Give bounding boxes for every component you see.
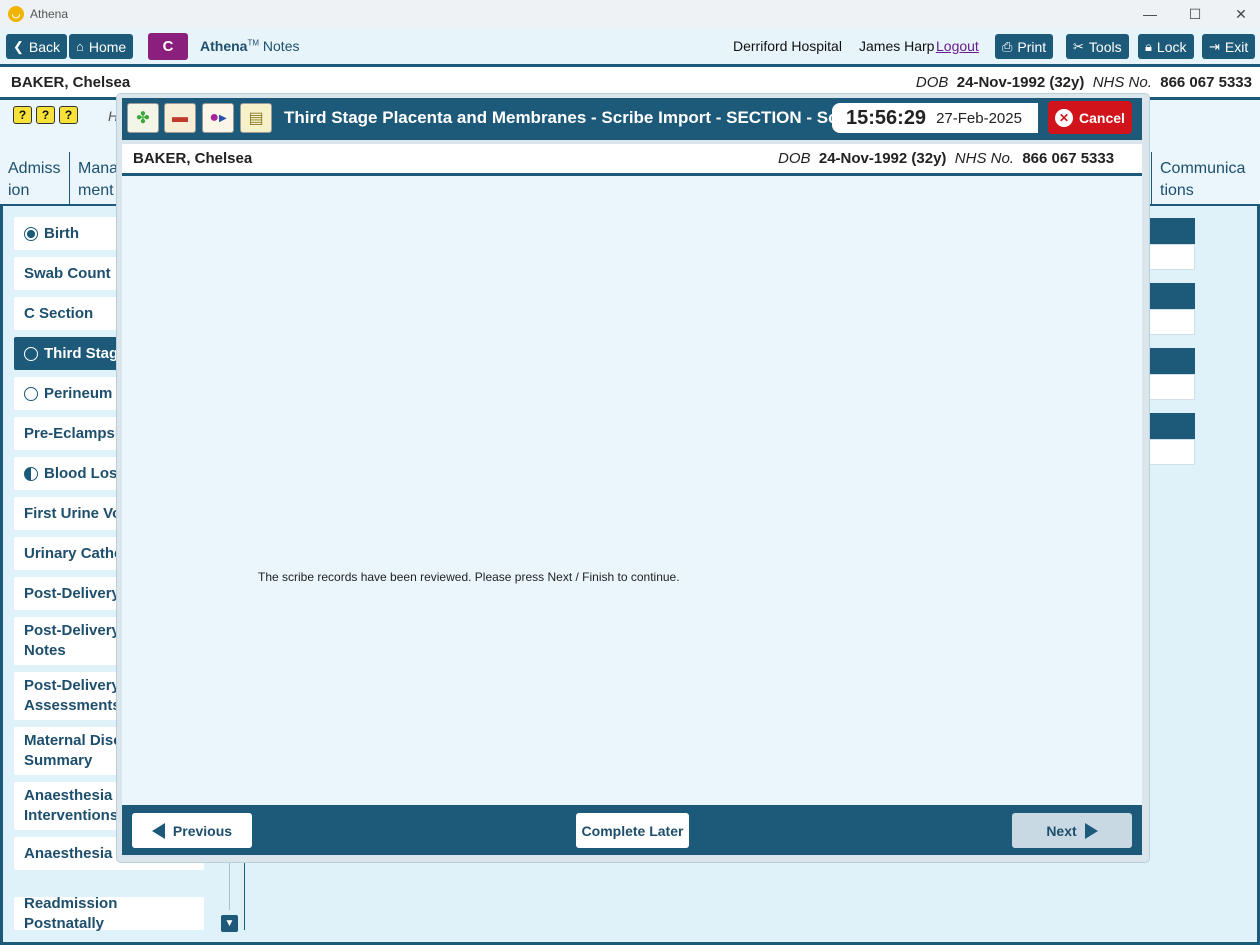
tools-button[interactable]: ✂ Tools xyxy=(1066,34,1129,59)
dialog-patient-name: BAKER, Chelsea xyxy=(133,150,253,167)
arrow-right-icon xyxy=(1084,822,1098,839)
minimize-button[interactable]: — xyxy=(1127,0,1173,28)
home-icon: ⌂ xyxy=(76,39,84,54)
scroll-down-icon[interactable]: ▼ xyxy=(221,915,238,932)
app-brand: AthenaTM Notes xyxy=(200,38,300,54)
exit-icon: ⇥ xyxy=(1209,38,1220,54)
empty-radio-icon xyxy=(24,346,38,361)
dialog-title: Third Stage Placenta and Membranes - Scr… xyxy=(284,108,832,127)
dialog-patient-details: DOB 24-Nov-1992 (32y) NHS No. 866 067 53… xyxy=(778,150,1115,167)
notepad-icon[interactable]: ▤ xyxy=(240,103,272,133)
maximize-button[interactable]: ☐ xyxy=(1172,0,1218,28)
tools-icon: ✂ xyxy=(1073,38,1084,54)
complete-radio-icon xyxy=(24,226,38,241)
user-name: James Harp xyxy=(859,38,935,54)
clover-icon[interactable]: ✤ xyxy=(127,103,159,133)
empty-radio-icon xyxy=(24,386,38,401)
person-arrow-icon[interactable]: ● ▶ xyxy=(202,103,234,133)
help-icons: ? ? ? xyxy=(13,106,78,124)
cancel-button[interactable]: ✕ Cancel xyxy=(1048,101,1132,134)
c-button[interactable]: C xyxy=(148,33,188,60)
dialog-message: The scribe records have been reviewed. P… xyxy=(258,570,680,584)
home-button[interactable]: ⌂ Home xyxy=(69,34,134,59)
help-list-icon[interactable]: ? xyxy=(13,106,32,124)
back-button[interactable]: ❮ Back xyxy=(6,34,68,59)
close-window-button[interactable]: ✕ xyxy=(1218,0,1260,28)
logout-link[interactable]: Logout xyxy=(936,38,979,54)
sidebar-item-readmission-postnatally[interactable]: Readmission Postnatally xyxy=(14,895,204,932)
arrow-left-icon xyxy=(151,822,165,839)
tab-admission[interactable]: Admiss ion xyxy=(0,152,69,204)
exit-button[interactable]: ⇥ Exit xyxy=(1202,34,1256,59)
complete-later-button[interactable]: Complete Later xyxy=(576,813,689,848)
tab-communications[interactable]: Communica tions xyxy=(1151,152,1260,204)
lock-icon: 🔒︎ xyxy=(1145,38,1152,54)
printer-icon: ⎙ xyxy=(1002,38,1013,54)
patient-name: BAKER, Chelsea xyxy=(11,74,131,91)
partial-radio-icon xyxy=(24,466,38,481)
hospital-name: Derriford Hospital xyxy=(733,38,842,54)
window-titlebar: ◡ Athena xyxy=(0,0,1260,28)
window-title: Athena xyxy=(30,7,69,21)
current-date: 27-Feb-2025 xyxy=(936,109,1022,127)
chevron-left-icon: ❮ xyxy=(13,38,24,54)
next-button[interactable]: Next xyxy=(1012,813,1132,848)
help-icon[interactable]: ? xyxy=(36,106,55,124)
current-time: 15:56:29 xyxy=(846,106,927,129)
dialog-clock: 15:56:29 27-Feb-2025 xyxy=(832,103,1038,133)
medication-icon[interactable]: ▬ xyxy=(164,103,196,133)
close-icon: ✕ xyxy=(1055,108,1074,127)
patient-details: DOB 24-Nov-1992 (32y) NHS No. 866 067 53… xyxy=(915,74,1252,91)
dialog-body xyxy=(122,176,1142,805)
help-question-icon[interactable]: ? xyxy=(59,106,78,124)
print-button[interactable]: ⎙ Print xyxy=(995,34,1054,59)
athena-logo-icon: ◡ xyxy=(8,6,24,22)
lock-button[interactable]: 🔒︎ Lock xyxy=(1138,34,1194,59)
previous-button[interactable]: Previous xyxy=(132,813,252,848)
